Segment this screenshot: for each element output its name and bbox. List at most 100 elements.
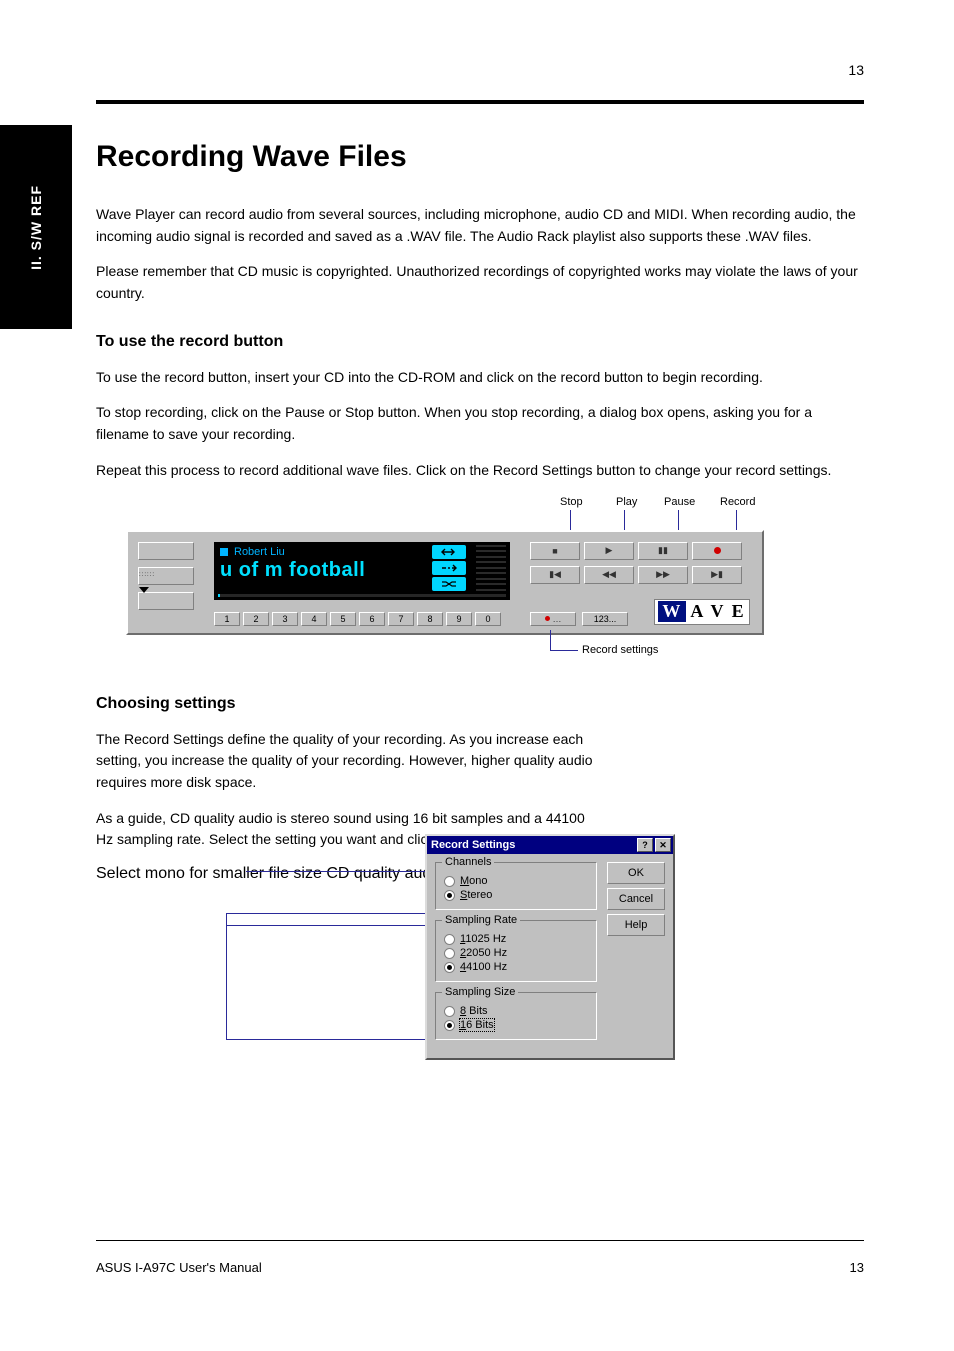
- pause-icon: ▮▮: [658, 545, 668, 556]
- help-button[interactable]: Help: [607, 914, 665, 936]
- page: 13 II. S/W REF Recording Wave Files Wave…: [0, 0, 954, 1351]
- num-9-button[interactable]: 9: [446, 612, 472, 626]
- mode-button[interactable]: ::::::: [138, 567, 194, 585]
- dialog-title: Record Settings: [431, 839, 515, 851]
- rewind-button[interactable]: ◀◀: [584, 566, 634, 584]
- forward-button[interactable]: ▶▶: [638, 566, 688, 584]
- callout-line: [550, 650, 578, 651]
- page-number-top: 13: [848, 62, 864, 78]
- sampling-size-fieldset: Sampling Size 8 Bits 16 Bits: [435, 992, 597, 1040]
- dialog-button-column: OK Cancel Help: [607, 862, 665, 1050]
- number-button-row: 1 2 3 4 5 6 7 8 9 0: [214, 612, 502, 626]
- side-button-column: ::::::: [138, 542, 194, 617]
- player-display: Robert Liu u of m football: [214, 542, 510, 600]
- sidebar-tab: II. S/W REF: [0, 125, 72, 329]
- callout-mono: Select mono for smaller file size: [96, 865, 322, 882]
- channels-legend: Channels: [442, 856, 494, 868]
- subhead-record-button: To use the record button: [96, 333, 864, 351]
- vu-meter: [476, 545, 506, 591]
- radio-icon: [444, 1006, 455, 1017]
- skip-back-icon: ▮◀: [549, 569, 561, 580]
- skip-forward-icon: ▶▮: [711, 569, 723, 580]
- play-button[interactable]: ▶: [584, 542, 634, 560]
- stop-indicator-icon: [220, 548, 228, 556]
- player-callout-labels: Stop Play Pause Record: [96, 496, 864, 524]
- label-pause: Pause: [664, 496, 695, 508]
- radio-icon: [444, 962, 455, 973]
- close-titlebar-button[interactable]: ✕: [655, 838, 671, 852]
- radio-icon: [444, 876, 455, 887]
- num-8-button[interactable]: 8: [417, 612, 443, 626]
- transport-controls: ■ ▶ ▮▮ ▮◀ ◀◀ ▶▶ ▶▮: [530, 542, 752, 590]
- radio-22050[interactable]: 22050 Hz: [444, 947, 588, 959]
- num-3-button[interactable]: 3: [272, 612, 298, 626]
- pause-button[interactable]: ▮▮: [638, 542, 688, 560]
- num-4-button[interactable]: 4: [301, 612, 327, 626]
- help-titlebar-button[interactable]: ?: [637, 838, 653, 852]
- intro-paragraph-1: Wave Player can record audio from severa…: [96, 204, 864, 247]
- radio-44100[interactable]: 44100 Hz: [444, 961, 588, 973]
- radio-11025[interactable]: 11025 Hz: [444, 933, 588, 945]
- record-settings-dialog: Record Settings ? ✕ Channels Mono Stereo…: [425, 834, 675, 1060]
- num-2-button[interactable]: 2: [243, 612, 269, 626]
- next-button[interactable]: ▶▮: [692, 566, 742, 584]
- close-icon: ✕: [659, 840, 667, 851]
- radio-16bits[interactable]: 16 Bits: [444, 1019, 588, 1031]
- radio-icon: [444, 890, 455, 901]
- callout-line: [550, 630, 551, 650]
- dropdown-button[interactable]: [138, 592, 194, 610]
- chevron-down-icon: [139, 587, 149, 603]
- footer: ASUS I-A97C User's Manual 13: [96, 1260, 864, 1275]
- num-5-button[interactable]: 5: [330, 612, 356, 626]
- section-heading: Recording Wave Files: [96, 140, 864, 174]
- ok-button[interactable]: OK: [607, 862, 665, 884]
- record-paragraph-1: To use the record button, insert your CD…: [96, 367, 864, 389]
- logo-w: W: [658, 601, 686, 622]
- num-0-button[interactable]: 0: [475, 612, 501, 626]
- footer-right: 13: [850, 1260, 864, 1275]
- progress-bar[interactable]: [218, 594, 506, 597]
- stop-button[interactable]: ■: [530, 542, 580, 560]
- goto-button[interactable]: 123...: [582, 612, 628, 626]
- sampling-rate-legend: Sampling Rate: [442, 914, 520, 926]
- artist-name: Robert Liu: [234, 546, 285, 558]
- radio-8bits[interactable]: 8 Bits: [444, 1005, 588, 1017]
- settings-paragraph-1: The Record Settings define the quality o…: [96, 729, 600, 794]
- record-settings-button[interactable]: …: [530, 612, 576, 626]
- rule-top: [96, 100, 864, 104]
- num-1-button[interactable]: 1: [214, 612, 240, 626]
- wave-logo: W A V E: [654, 599, 750, 625]
- fast-forward-icon: ▶▶: [656, 569, 670, 580]
- label-record-settings: Record settings: [582, 644, 658, 656]
- power-button[interactable]: [138, 542, 194, 560]
- logo-rest: A V E: [690, 601, 745, 622]
- player-panel: :::::: Robert Liu u of m football: [126, 530, 764, 635]
- mode-indicator-column: [432, 545, 466, 591]
- repeat-icon: [432, 545, 466, 559]
- rewind-icon: ◀◀: [602, 569, 616, 580]
- stop-icon: ■: [552, 546, 557, 556]
- num-6-button[interactable]: 6: [359, 612, 385, 626]
- sampling-rate-fieldset: Sampling Rate 11025 Hz 22050 Hz 44100 Hz: [435, 920, 597, 982]
- record-paragraph-3: Repeat this process to record additional…: [96, 460, 864, 482]
- channels-fieldset: Channels Mono Stereo: [435, 862, 597, 910]
- radio-mono[interactable]: Mono: [444, 875, 588, 887]
- sampling-size-legend: Sampling Size: [442, 986, 518, 998]
- subhead-choosing-settings: Choosing settings: [96, 695, 864, 713]
- radio-icon: [444, 1020, 455, 1031]
- dialog-titlebar[interactable]: Record Settings ? ✕: [427, 836, 673, 854]
- radio-stereo[interactable]: Stereo: [444, 889, 588, 901]
- ab-repeat-icon: [432, 561, 466, 575]
- cancel-button[interactable]: Cancel: [607, 888, 665, 910]
- bottom-button-row: … 123...: [530, 612, 628, 626]
- dots-icon: ::::::: [139, 572, 155, 578]
- record-button[interactable]: [692, 542, 742, 560]
- rule-bottom: [96, 1240, 864, 1241]
- intro-paragraph-2: Please remember that CD music is copyrig…: [96, 261, 864, 304]
- label-play: Play: [616, 496, 637, 508]
- prev-button[interactable]: ▮◀: [530, 566, 580, 584]
- record-settings-dialog-wrap: Record Settings ? ✕ Channels Mono Stereo…: [425, 834, 675, 1060]
- num-7-button[interactable]: 7: [388, 612, 414, 626]
- record-dot-icon: [545, 616, 550, 621]
- shuffle-icon: [432, 577, 466, 591]
